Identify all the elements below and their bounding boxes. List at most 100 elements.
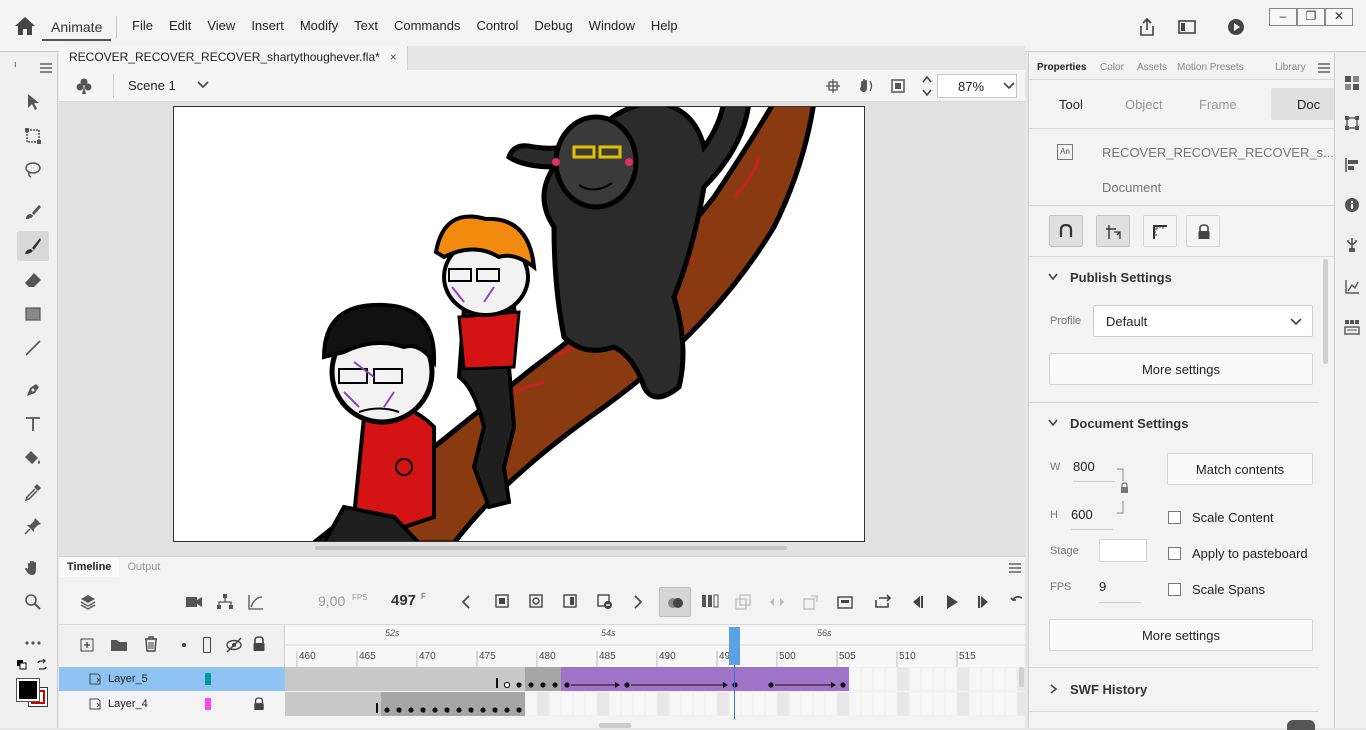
tab-assets[interactable]: Assets <box>1137 62 1167 73</box>
free-transform-tool-icon[interactable] <box>17 121 49 151</box>
width-field[interactable]: 800 <box>1073 459 1095 474</box>
menu-view[interactable]: View <box>199 18 243 33</box>
workspace-icon[interactable] <box>1177 17 1197 37</box>
selection-tool-icon[interactable] <box>17 87 49 117</box>
app-name-tab[interactable]: Animate <box>42 11 112 41</box>
menu-help[interactable]: Help <box>643 18 686 33</box>
pin-tool-icon[interactable] <box>17 511 49 541</box>
publish-more-settings-button[interactable]: More settings <box>1049 353 1313 385</box>
match-contents-button[interactable]: Match contents <box>1167 453 1313 485</box>
edit-grid-button[interactable] <box>1096 215 1130 247</box>
height-field[interactable]: 600 <box>1071 507 1093 522</box>
scene-name[interactable]: Scene 1 <box>128 78 176 93</box>
hide-layers-icon[interactable] <box>225 637 243 653</box>
prev-keyframe-icon[interactable] <box>461 595 471 609</box>
tab-library[interactable]: Library <box>1275 62 1306 73</box>
share-icon[interactable] <box>1137 17 1157 37</box>
menu-insert[interactable]: Insert <box>243 18 292 33</box>
accessibility-toggle[interactable] <box>1287 720 1315 730</box>
rulers-button[interactable] <box>1143 215 1177 247</box>
loop-icon[interactable] <box>874 594 892 610</box>
zoom-dropdown-icon[interactable] <box>1003 82 1015 90</box>
play-icon[interactable] <box>944 594 960 610</box>
zoom-stepper-icon[interactable] <box>921 74 933 98</box>
ease-graph-icon[interactable] <box>247 593 265 611</box>
profile-select[interactable]: Default <box>1093 305 1313 337</box>
properties-scrollbar[interactable] <box>1323 259 1328 364</box>
new-layer-icon[interactable] <box>80 638 94 652</box>
shape-tween-icon[interactable] <box>837 594 853 610</box>
layer-row-layer-5[interactable]: Layer_5 <box>59 667 285 691</box>
delete-frame-icon[interactable] <box>597 594 613 610</box>
edit-multiple-frames-icon[interactable] <box>701 594 719 608</box>
fps-field[interactable]: 9 <box>1099 579 1106 594</box>
stage-horizontal-scrollbar[interactable] <box>315 546 787 550</box>
publish-settings-title[interactable]: Publish Settings <box>1070 270 1172 285</box>
chevron-down-icon[interactable] <box>197 81 209 89</box>
layer-name[interactable]: Layer_5 <box>108 673 148 685</box>
motion-editor-icon[interactable] <box>1344 279 1360 295</box>
stage-color-swatch[interactable] <box>1099 539 1147 562</box>
current-frame-value[interactable]: 497 <box>391 592 416 609</box>
restore-button[interactable]: ❐ <box>1297 8 1325 26</box>
code-snippets-icon[interactable] <box>1344 319 1360 335</box>
eyedropper-tool-icon[interactable] <box>17 477 49 507</box>
stroke-color-swatch[interactable] <box>16 678 40 702</box>
tab-timeline[interactable]: Timeline <box>59 557 120 577</box>
frame-ruler[interactable]: 460 465 470 475 480 485 490 495 500 505 510 515 52s 5… <box>285 625 1025 667</box>
layer-color-swatch[interactable] <box>205 698 211 710</box>
tab-properties[interactable]: Properties <box>1037 62 1086 73</box>
rectangle-tool-icon[interactable] <box>17 299 49 329</box>
paint-bucket-tool-icon[interactable] <box>17 443 49 473</box>
swap-colors-icon[interactable] <box>36 659 48 671</box>
menu-control[interactable]: Control <box>468 18 526 33</box>
playhead-handle[interactable] <box>729 627 740 665</box>
rotate-stage-icon[interactable] <box>856 77 874 95</box>
document-more-settings-button[interactable]: More settings <box>1049 619 1313 651</box>
subtab-frame[interactable]: Frame <box>1199 97 1237 112</box>
link-dimensions-icon[interactable] <box>1117 467 1131 515</box>
close-tab-icon[interactable]: × <box>390 50 397 64</box>
align-icon[interactable] <box>1344 157 1360 173</box>
delete-layer-icon[interactable] <box>144 636 158 652</box>
menu-commands[interactable]: Commands <box>386 18 468 33</box>
lock-layers-icon[interactable] <box>252 636 266 652</box>
transform-icon[interactable] <box>1344 115 1360 131</box>
document-tab[interactable]: RECOVER_RECOVER_RECOVER_shartythoughever… <box>59 46 408 70</box>
tab-motion-presets[interactable]: Motion Presets <box>1177 62 1244 73</box>
edit-scene-icon[interactable] <box>75 77 93 95</box>
subtab-doc[interactable]: Doc <box>1297 97 1320 112</box>
pen-tool-icon[interactable] <box>17 375 49 405</box>
line-tool-icon[interactable] <box>17 333 49 363</box>
default-colors-icon[interactable] <box>16 659 28 671</box>
panel-menu-icon[interactable] <box>1318 63 1330 73</box>
rewind-icon[interactable] <box>1010 594 1024 610</box>
onion-skin-button[interactable] <box>659 587 691 617</box>
timeline-menu-icon[interactable] <box>1009 563 1021 573</box>
layer-row-layer-4[interactable]: Layer_4 <box>59 692 285 716</box>
close-button[interactable]: ✕ <box>1325 8 1353 26</box>
swatches-icon[interactable] <box>1344 75 1360 91</box>
subtab-tool[interactable]: Tool <box>1059 97 1083 112</box>
menu-edit[interactable]: Edit <box>161 18 199 33</box>
snap-icon[interactable] <box>825 78 841 94</box>
insert-keyframe-icon[interactable] <box>495 594 509 608</box>
swf-history-title[interactable]: SWF History <box>1070 682 1147 697</box>
text-tool-icon[interactable] <box>17 409 49 439</box>
new-folder-icon[interactable] <box>110 638 128 652</box>
frames-row-layer-4[interactable] <box>284 691 1030 717</box>
lock-guides-button[interactable] <box>1186 215 1220 247</box>
chevron-down-icon[interactable] <box>1048 273 1058 281</box>
layer-color-swatch[interactable] <box>205 673 211 685</box>
menu-debug[interactable]: Debug <box>526 18 580 33</box>
document-settings-title[interactable]: Document Settings <box>1070 416 1188 431</box>
paint-brush-tool-icon[interactable] <box>17 197 49 227</box>
chevron-down-icon[interactable] <box>1048 419 1058 427</box>
tab-output[interactable]: Output <box>119 557 168 577</box>
outline-layers-icon[interactable] <box>203 637 211 653</box>
snap-to-objects-button[interactable] <box>1049 215 1083 247</box>
chevron-right-icon[interactable] <box>1050 684 1058 694</box>
layer-parenting-icon[interactable] <box>216 593 234 611</box>
insert-frame-icon[interactable] <box>563 594 577 608</box>
components-icon[interactable] <box>1344 237 1360 253</box>
